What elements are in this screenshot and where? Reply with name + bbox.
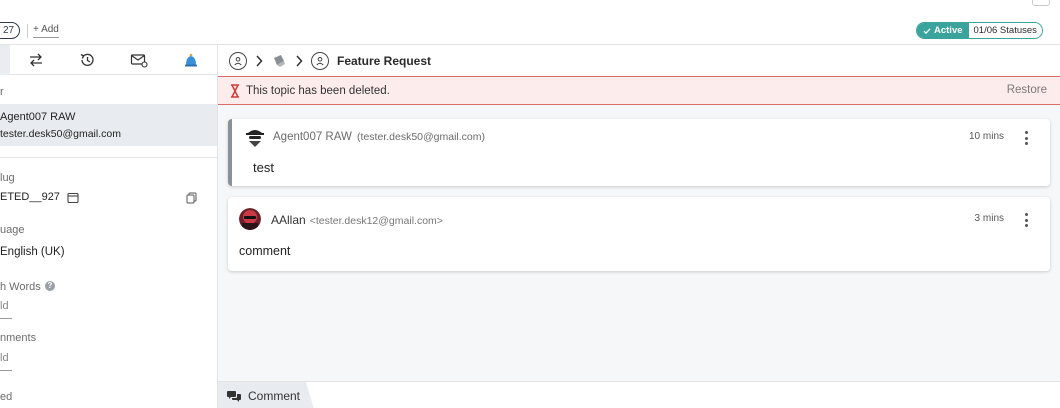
topic-id-pill[interactable]: 27 <box>0 22 21 39</box>
assignee-name: Agent007 RAW <box>0 111 76 123</box>
hourglass-icon <box>231 83 239 98</box>
last-label: ed <box>0 391 13 403</box>
tab-active-indicator[interactable] <box>0 45 10 75</box>
words-value[interactable]: ld <box>0 300 9 312</box>
post-menu-icon[interactable] <box>1024 213 1028 227</box>
add-tag-link[interactable]: + Add <box>33 24 59 38</box>
post-body: test <box>253 160 274 175</box>
chevron-right-icon <box>256 54 263 67</box>
help-icon[interactable]: ? <box>45 281 55 291</box>
chevron-right-icon <box>296 54 303 67</box>
panel-tab-bar <box>0 45 218 75</box>
status-selector[interactable]: Active 01/06 Statuses <box>916 22 1043 39</box>
slug-label: lug <box>0 172 15 184</box>
category-crumb-icon[interactable] <box>271 53 287 69</box>
top-bar: 27 + Add Active 01/06 Statuses <box>0 0 1060 45</box>
comments-value[interactable]: ld <box>0 352 9 364</box>
swap-icon[interactable] <box>27 51 45 69</box>
post-author-email: (tester.desk50@gmail.com) <box>357 131 486 143</box>
post-time: 3 mins <box>974 213 1004 224</box>
deleted-banner: This topic has been deleted. Restore <box>218 76 1060 105</box>
post-author-email: <tester.desk12@gmail.com> <box>309 215 443 227</box>
copy-icon[interactable] <box>186 192 197 204</box>
corner-button[interactable] <box>1032 0 1050 6</box>
comment-tab-label: Comment <box>248 388 301 403</box>
breadcrumb-title[interactable]: Feature Request <box>337 54 431 68</box>
status-count: 01/06 Statuses <box>968 23 1042 38</box>
comments-label: nments <box>0 332 37 344</box>
history-icon[interactable] <box>78 51 96 69</box>
post-author-name: AAllan <box>271 213 306 227</box>
post-body: comment <box>239 244 291 258</box>
assignee-email: tester.desk50@gmail.com <box>0 128 121 140</box>
post-menu-icon[interactable] <box>1024 131 1028 145</box>
deleted-message: This topic has been deleted. <box>246 84 390 97</box>
status-active-label: Active <box>934 25 963 36</box>
comments-underline <box>0 370 12 371</box>
restore-button[interactable]: Restore <box>1007 84 1047 96</box>
post-card: AAllan <tester.desk12@gmail.com> 3 mins c… <box>228 197 1050 271</box>
comment-tab[interactable]: Comment <box>218 382 314 408</box>
composer-bar: Comment <box>218 381 1060 408</box>
words-label: h Words <box>0 281 41 293</box>
details-panel: r Agent007 RAW tester.desk50@gmail.com l… <box>0 45 218 408</box>
comments-icon <box>227 390 241 402</box>
breadcrumb: Feature Request <box>218 45 1060 76</box>
check-icon <box>923 27 931 34</box>
mail-link-icon[interactable] <box>130 51 148 69</box>
spy-avatar[interactable] <box>244 125 266 147</box>
status-active-badge[interactable]: Active <box>917 23 969 38</box>
calendar-icon[interactable] <box>67 192 79 204</box>
language-label: uage <box>0 224 25 236</box>
words-underline <box>0 318 12 319</box>
post-author-name: Agent007 RAW <box>273 131 352 143</box>
user-crumb-icon[interactable] <box>229 51 247 70</box>
type-crumb-icon[interactable] <box>311 51 329 70</box>
slug-value: ETED__927 <box>0 191 60 203</box>
divider <box>0 157 217 158</box>
divider <box>27 24 28 38</box>
bell-icon[interactable] <box>182 51 200 69</box>
topic-main: Feature Request This topic has been dele… <box>218 45 1060 408</box>
post-time: 10 mins <box>968 131 1004 142</box>
post-card: Agent007 RAW (tester.desk50@gmail.com) 1… <box>228 119 1050 186</box>
language-value[interactable]: English (UK) <box>0 246 65 258</box>
user-avatar[interactable] <box>239 208 261 230</box>
post-author: Agent007 RAW (tester.desk50@gmail.com) <box>273 131 485 143</box>
assignee-label: r <box>0 86 4 98</box>
post-author: AAllan <tester.desk12@gmail.com> <box>271 213 443 227</box>
